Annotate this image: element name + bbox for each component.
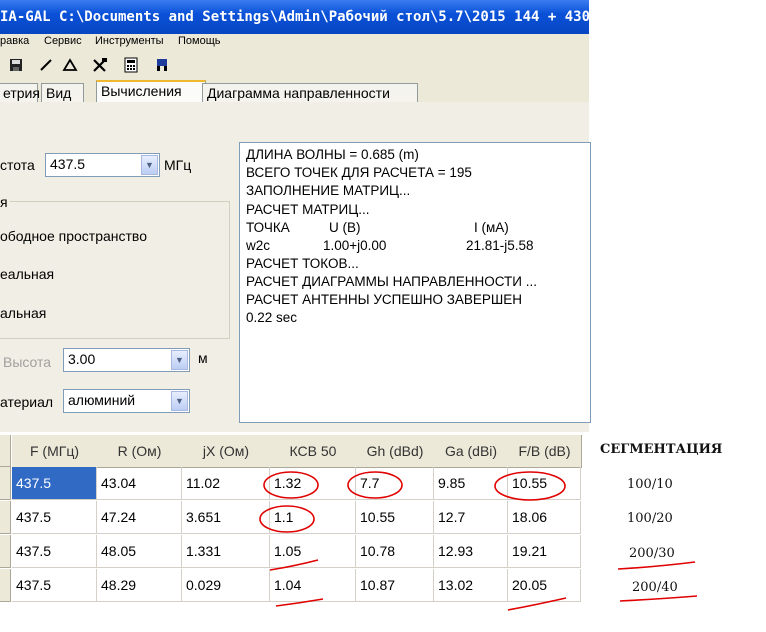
tab-strip: етрия Вид Вычисления Диаграмма направлен… <box>0 80 589 104</box>
table-cell[interactable]: 437.5 <box>12 467 97 500</box>
log-header-i: I (мА) <box>474 220 509 235</box>
row-header[interactable] <box>0 467 11 500</box>
table-cell[interactable]: 19.21 <box>508 535 581 568</box>
table-cell[interactable]: 1.04 <box>270 569 356 602</box>
table-cell[interactable]: 9.85 <box>434 467 508 500</box>
frequency-unit: МГц <box>164 157 192 173</box>
log-line: РАСЧЕТ МАТРИЦ... <box>246 202 370 217</box>
annotation-underline-seg-4 <box>619 595 698 602</box>
height-label: Высота <box>3 354 52 370</box>
table-cell[interactable]: 43.04 <box>97 467 182 500</box>
table-cell[interactable]: 47.24 <box>97 501 182 534</box>
log-point-u: 1.00+j0.00 <box>323 238 387 253</box>
menu-help[interactable]: Помощь <box>178 35 221 47</box>
triangle-icon[interactable] <box>60 55 80 75</box>
segmentation-value: 200/40 <box>632 580 678 595</box>
menu-tools[interactable]: Инструменты <box>95 35 164 47</box>
menu-bar: равка Сервис Инструменты Помощь <box>0 34 589 50</box>
toolbar <box>0 50 589 80</box>
log-header-u: U (В) <box>329 220 361 235</box>
tab-geometry[interactable]: етрия <box>0 83 40 102</box>
table-cell[interactable]: 10.55 <box>508 467 581 500</box>
row-header[interactable] <box>0 535 11 568</box>
table-cell[interactable]: 437.5 <box>12 569 97 602</box>
save-icon[interactable] <box>6 55 26 75</box>
annotation-underline-seg-3 <box>617 561 696 570</box>
table-cell[interactable]: 11.02 <box>182 467 270 500</box>
row-header[interactable] <box>0 501 11 534</box>
column-header[interactable]: jX (Ом) <box>182 435 271 468</box>
log-line: ЗАПОЛНЕНИЕ МАТРИЦ... <box>246 183 411 198</box>
log-point-i: 21.81-j5.58 <box>466 238 534 253</box>
height-unit: м <box>198 350 208 366</box>
window-title-bar: IA-GAL C:\Documents and Settings\Admin\Р… <box>0 0 589 34</box>
table-cell[interactable]: 1.32 <box>270 467 356 500</box>
log-line: ВСЕГО ТОЧЕК ДЛЯ РАСЧЕТА = 195 <box>246 165 472 180</box>
log-line: РАСЧЕТ АНТЕННЫ УСПЕШНО ЗАВЕРШЕН <box>246 292 523 307</box>
corner-cell <box>0 435 11 467</box>
table-cell[interactable]: 48.29 <box>97 569 182 602</box>
segmentation-value: 100/20 <box>627 511 673 526</box>
column-header[interactable]: КСВ 50 <box>270 435 357 468</box>
tools-icon[interactable] <box>90 55 110 75</box>
segmentation-value: 200/30 <box>629 546 675 561</box>
window-title: IA-GAL C:\Documents and Settings\Admin\Р… <box>0 9 589 25</box>
column-header[interactable]: F (МГц) <box>12 435 98 468</box>
calculation-log[interactable]: ДЛИНА ВОЛНЫ = 0.685 (m) ВСЕГО ТОЧЕК ДЛЯ … <box>239 142 591 423</box>
tab-calculations[interactable]: Вычисления <box>96 80 206 104</box>
column-header[interactable]: Gh (dBd) <box>356 435 435 468</box>
column-header[interactable]: Ga (dBi) <box>434 435 509 468</box>
table-cell[interactable]: 18.06 <box>508 501 581 534</box>
row-header[interactable] <box>0 569 11 602</box>
table-cell[interactable]: 20.05 <box>508 569 581 602</box>
table-cell[interactable]: 13.02 <box>434 569 508 602</box>
table-cell[interactable]: 10.78 <box>356 535 434 568</box>
height-select[interactable]: 3.00 ▼ <box>63 348 190 372</box>
frequency-label: стота <box>0 157 35 173</box>
column-header[interactable]: R (Ом) <box>97 435 183 468</box>
table-cell[interactable]: 10.55 <box>356 501 434 534</box>
table-cell[interactable]: 1.05 <box>270 535 356 568</box>
table-cell[interactable]: 437.5 <box>12 535 97 568</box>
tab-radiation-pattern[interactable]: Диаграмма направленности <box>202 83 418 102</box>
log-point-name: w2c <box>246 238 271 253</box>
log-line: 0.22 sec <box>246 310 298 325</box>
table-cell[interactable]: 7.7 <box>356 467 434 500</box>
table-cell[interactable]: 12.7 <box>434 501 508 534</box>
option-ideal-ground[interactable]: альная <box>0 305 46 321</box>
table-cell[interactable]: 1.1 <box>270 501 356 534</box>
group-title: я <box>0 194 10 210</box>
calculator-icon[interactable] <box>121 55 141 75</box>
tab-view[interactable]: Вид <box>41 83 84 102</box>
chevron-down-icon[interactable]: ▼ <box>171 350 188 370</box>
table-cell[interactable]: 12.93 <box>434 535 508 568</box>
chevron-down-icon[interactable]: ▼ <box>171 391 188 411</box>
table-cell[interactable]: 48.05 <box>97 535 182 568</box>
column-header[interactable]: F/B (dB) <box>508 435 582 468</box>
segmentation-value: 100/10 <box>627 477 673 492</box>
material-select[interactable]: алюминий ▼ <box>63 389 190 413</box>
table-cell[interactable]: 1.331 <box>182 535 270 568</box>
table-cell[interactable]: 0.029 <box>182 569 270 602</box>
export-icon[interactable] <box>152 55 172 75</box>
frequency-select[interactable]: 437.5 ▼ <box>45 153 160 177</box>
table-cell[interactable]: 10.87 <box>356 569 434 602</box>
menu-service[interactable]: Сервис <box>44 35 82 47</box>
table-cell[interactable]: 3.651 <box>182 501 270 534</box>
log-header-point: ТОЧКА <box>246 220 290 235</box>
menu-edit[interactable]: равка <box>0 35 29 47</box>
option-real-ground[interactable]: еальная <box>0 266 54 282</box>
log-line: РАСЧЕТ ДИАГРАММЫ НАПРАВЛЕННОСТИ ... <box>246 274 537 289</box>
table-cell[interactable]: 437.5 <box>12 501 97 534</box>
log-line: ДЛИНА ВОЛНЫ = 0.685 (m) <box>246 147 419 162</box>
segmentation-title: СЕГМЕНТАЦИЯ <box>600 442 723 457</box>
log-line: РАСЧЕТ ТОКОВ... <box>246 256 359 271</box>
option-free-space[interactable]: ободное пространство <box>0 228 147 244</box>
chevron-down-icon[interactable]: ▼ <box>141 155 158 175</box>
material-label: атериал <box>0 394 54 410</box>
line-icon[interactable] <box>36 55 56 75</box>
